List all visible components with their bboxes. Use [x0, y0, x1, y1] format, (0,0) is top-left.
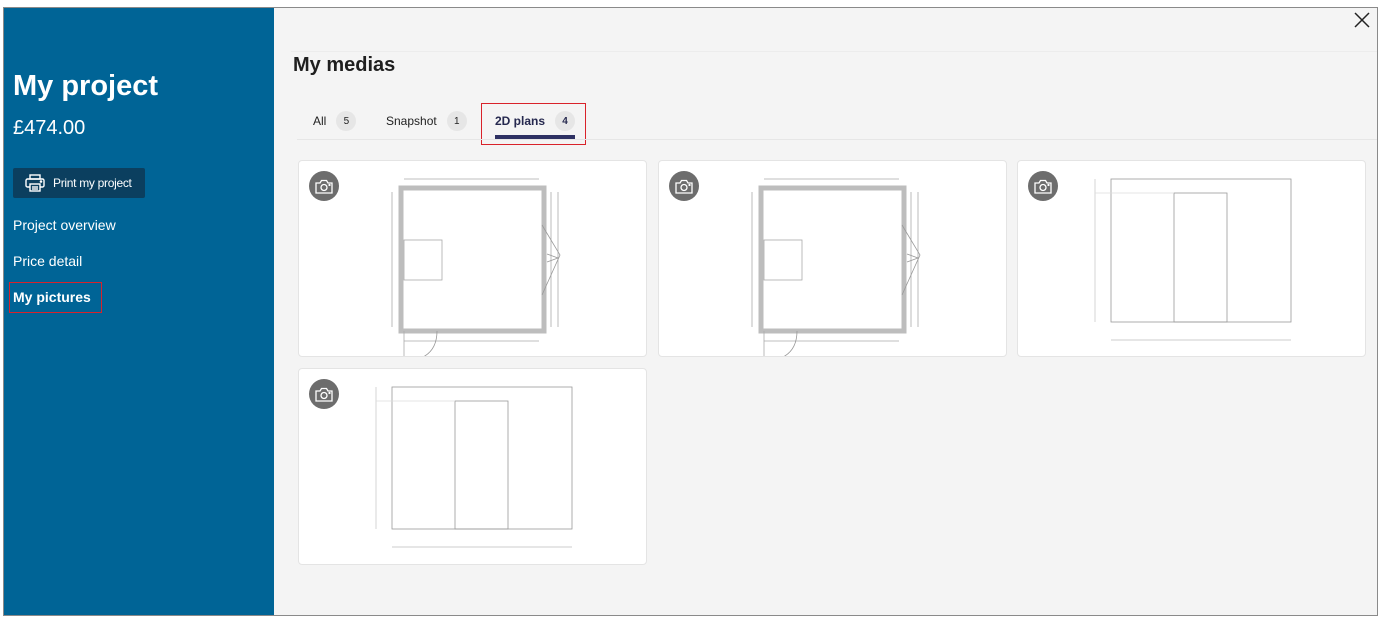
media-card[interactable] — [298, 160, 647, 357]
print-project-button[interactable]: Print my project — [13, 168, 145, 198]
printer-icon — [25, 174, 45, 192]
camera-icon[interactable] — [1028, 171, 1058, 201]
tab-count: 5 — [336, 111, 357, 131]
project-title: My project — [13, 70, 159, 102]
camera-icon[interactable] — [309, 171, 339, 201]
media-card[interactable] — [1017, 160, 1366, 357]
tab-snapshot[interactable]: Snapshot 1 — [386, 109, 467, 133]
tab-count: 1 — [446, 111, 467, 131]
nav-project-overview[interactable]: Project overview — [13, 217, 116, 233]
tab-label: Snapshot — [386, 114, 437, 128]
project-price: £474.00 — [13, 117, 86, 139]
elevation-drawing — [375, 386, 573, 548]
floor-plan-drawing — [751, 178, 921, 356]
divider — [291, 51, 1377, 52]
tab-all[interactable]: All 5 — [313, 109, 357, 133]
page-title: My medias — [293, 54, 396, 76]
nav-price-detail[interactable]: Price detail — [13, 253, 82, 269]
nav-highlight — [9, 282, 102, 313]
camera-icon[interactable] — [669, 171, 699, 201]
media-dialog: My project £474.00 Print my project Proj… — [3, 7, 1378, 616]
media-card[interactable] — [298, 368, 647, 565]
print-project-label: Print my project — [53, 176, 132, 190]
camera-icon[interactable] — [309, 379, 339, 409]
floor-plan-drawing — [391, 178, 561, 356]
tabs-divider — [297, 139, 1377, 140]
elevation-drawing — [1094, 178, 1292, 341]
tab-label: All — [313, 114, 327, 128]
media-card[interactable] — [658, 160, 1007, 357]
close-icon[interactable] — [1353, 11, 1371, 29]
sidebar: My project £474.00 Print my project Proj… — [4, 8, 274, 615]
